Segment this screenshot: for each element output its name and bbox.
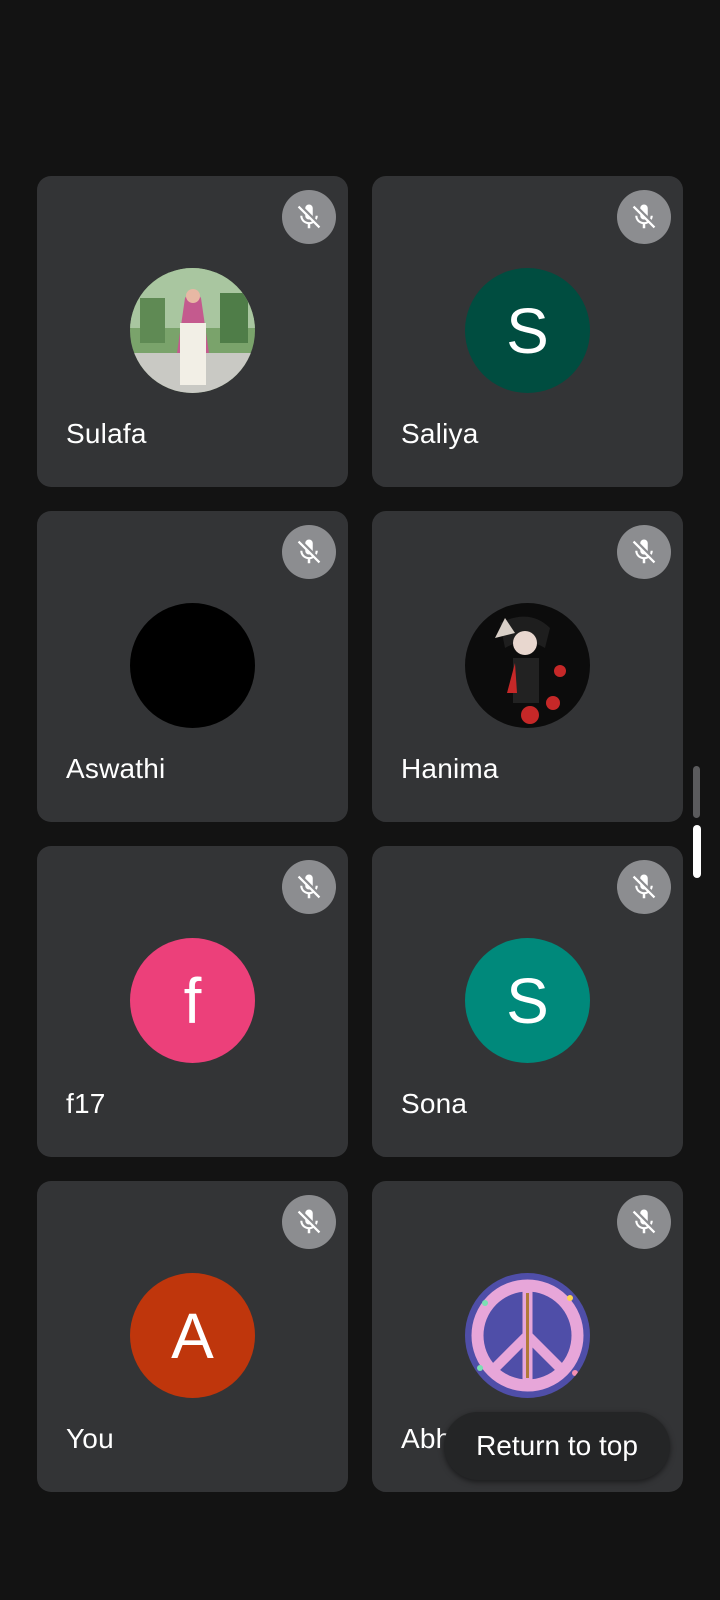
participant-name: Saliya: [401, 418, 479, 449]
mic-off-icon: [282, 1195, 336, 1249]
avatar-initial: A: [130, 1273, 255, 1398]
mic-off-icon: [617, 525, 671, 579]
avatar-photo: [465, 603, 590, 728]
avatar-initial: f: [130, 938, 255, 1063]
mic-off-icon: [282, 525, 336, 579]
participant-tile-sona[interactable]: S Sona: [372, 846, 683, 1157]
participant-tile-saliya[interactable]: S Saliya: [372, 176, 683, 487]
participant-tile-aswathi[interactable]: Aswathi: [37, 511, 348, 822]
participant-name: Sona: [401, 1088, 468, 1119]
participant-tile-f17[interactable]: f f17: [37, 846, 348, 1157]
scrollbar-thumb[interactable]: [693, 825, 701, 878]
avatar-photo: [130, 603, 255, 728]
mic-off-icon: [282, 190, 336, 244]
avatar-photo: [130, 268, 255, 393]
return-to-top-button[interactable]: Return to top: [444, 1412, 670, 1480]
mic-off-icon: [617, 860, 671, 914]
mic-off-icon: [282, 860, 336, 914]
participant-tile-sulafa[interactable]: Sulafa: [37, 176, 348, 487]
scrollbar-track[interactable]: [693, 766, 700, 818]
mic-off-icon: [617, 190, 671, 244]
avatar-photo: [465, 1273, 590, 1398]
participant-name: You: [66, 1423, 114, 1454]
participant-name: Aswathi: [66, 753, 166, 784]
participant-tile-you[interactable]: A You: [37, 1181, 348, 1492]
avatar-initial: S: [465, 268, 590, 393]
mic-off-icon: [617, 1195, 671, 1249]
participant-name: Sulafa: [66, 418, 147, 449]
participant-name: Hanima: [401, 753, 499, 784]
participant-name: f17: [66, 1088, 106, 1119]
avatar-initial: S: [465, 938, 590, 1063]
participant-tile-hanima[interactable]: Hanima: [372, 511, 683, 822]
